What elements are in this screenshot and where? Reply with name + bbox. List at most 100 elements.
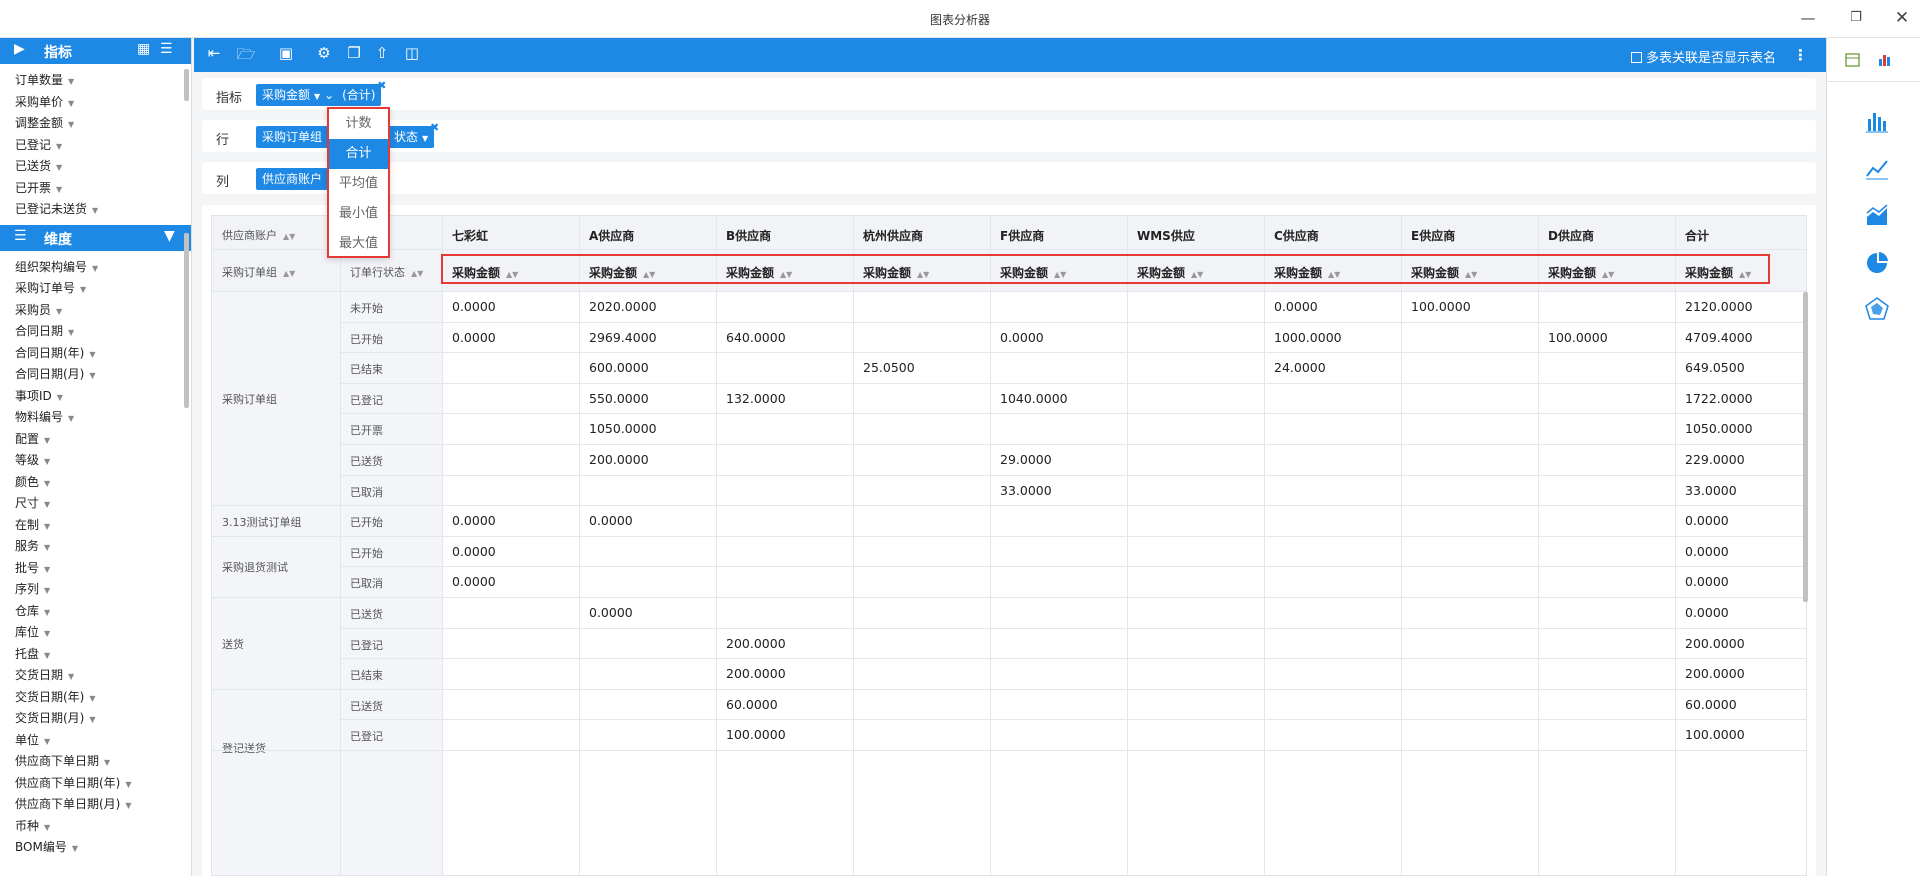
caret-down-icon[interactable]: ▼	[44, 522, 50, 531]
copy-icon[interactable]: ❐	[344, 44, 364, 62]
caret-down-icon[interactable]: ▼	[44, 608, 50, 617]
dimension-item[interactable]: 库位 ▼	[15, 622, 191, 644]
row-pill-2[interactable]: 状态 ▼ ✖	[388, 121, 439, 148]
table-cell[interactable]: 25.0500	[863, 360, 915, 375]
table-cell[interactable]: 60.0000	[1685, 697, 1737, 712]
table-cell[interactable]: 229.0000	[1685, 452, 1745, 467]
agg-option[interactable]: 最大值	[329, 229, 388, 259]
table-cell[interactable]: 1000.0000	[1274, 330, 1342, 345]
caret-down-icon[interactable]: ▼	[68, 328, 74, 337]
caret-down-icon[interactable]: ▼	[56, 163, 62, 172]
bar-chart-icon[interactable]	[1863, 107, 1891, 135]
supplier-header[interactable]: A供应商	[589, 227, 634, 244]
checkbox-icon[interactable]	[1630, 52, 1642, 63]
caret-down-icon[interactable]: ▼	[57, 393, 63, 402]
line-chart-icon[interactable]	[1863, 154, 1891, 182]
table-cell[interactable]: 640.0000	[726, 330, 786, 345]
dimension-item[interactable]: 币种 ▼	[15, 816, 191, 838]
table-cell[interactable]: 0.0000	[1685, 605, 1729, 620]
table-cell[interactable]: 100.0000	[1685, 727, 1745, 742]
caret-down-icon[interactable]: ▼	[56, 142, 62, 151]
table-cell[interactable]: 200.0000	[726, 666, 786, 681]
sort-icon[interactable]: ▲▼	[283, 232, 295, 241]
metric-pill[interactable]: 采购金额 ▼ ⌄ (合计) ✖	[256, 79, 386, 106]
table-cell[interactable]: 29.0000	[1000, 452, 1052, 467]
dimension-item[interactable]: 交货日期(月) ▼	[15, 708, 191, 730]
show-table-name-toggle[interactable]: 多表关联是否显示表名	[1630, 47, 1776, 66]
save-icon[interactable]: ▣	[276, 44, 296, 62]
caret-down-icon[interactable]: ▼	[89, 694, 95, 703]
table-cell[interactable]: 0.0000	[452, 544, 496, 559]
dimension-item[interactable]: 尺寸 ▼	[15, 493, 191, 515]
table-cell[interactable]: 200.0000	[1685, 666, 1745, 681]
table-cell[interactable]: 649.0500	[1685, 360, 1745, 375]
supplier-header[interactable]: 合计	[1685, 227, 1709, 244]
chart-tab-icon[interactable]	[1877, 52, 1893, 68]
indent-icon[interactable]: ⇤	[204, 44, 224, 62]
agg-option[interactable]: 计数	[329, 109, 388, 139]
caret-down-icon[interactable]: ▼	[68, 99, 74, 108]
supplier-header[interactable]: 七彩虹	[452, 227, 488, 244]
table-cell[interactable]: 4709.4000	[1685, 330, 1753, 345]
table-cell[interactable]: 550.0000	[589, 391, 649, 406]
metric-item[interactable]: 采购单价 ▼	[15, 92, 191, 114]
list-view-icon[interactable]: ☰	[160, 41, 173, 57]
caret-down-icon[interactable]: ▼	[44, 436, 50, 445]
metric-item[interactable]: 调整金额 ▼	[15, 113, 191, 135]
dimensions-scrollbar[interactable]	[184, 233, 189, 408]
caret-down-icon[interactable]: ▼	[44, 629, 50, 638]
area-chart-icon[interactable]	[1863, 201, 1891, 229]
caret-down-icon[interactable]: ▼	[44, 737, 50, 746]
table-cell[interactable]: 2020.0000	[589, 299, 657, 314]
supplier-header[interactable]: 杭州供应商	[863, 227, 923, 244]
dimension-item[interactable]: 交货日期(年) ▼	[15, 687, 191, 709]
folder-open-icon[interactable]: 🗁	[236, 44, 256, 69]
table-cell[interactable]: 100.0000	[726, 727, 786, 742]
table-cell[interactable]: 1050.0000	[589, 421, 657, 436]
dimension-item[interactable]: 物料编号 ▼	[15, 407, 191, 429]
minimize-icon[interactable]: —	[1796, 6, 1820, 30]
row-pill-1[interactable]: 采购订单组	[256, 126, 329, 148]
caret-down-icon[interactable]: ▼	[89, 715, 95, 724]
pie-chart-icon[interactable]	[1863, 248, 1891, 276]
caret-down-icon[interactable]: ▼	[68, 77, 74, 86]
close-icon[interactable]: ✕	[1890, 6, 1914, 30]
table-cell[interactable]: 2969.4000	[589, 330, 657, 345]
dimension-item[interactable]: 采购员 ▼	[15, 300, 191, 322]
metric-item[interactable]: 订单数量 ▼	[15, 70, 191, 92]
supplier-header[interactable]: B供应商	[726, 227, 771, 244]
caret-down-icon[interactable]: ▼	[80, 285, 86, 294]
caret-down-icon[interactable]: ▼	[68, 414, 74, 423]
table-cell[interactable]: 1040.0000	[1000, 391, 1068, 406]
table-cell[interactable]: 0.0000	[1685, 544, 1729, 559]
supplier-header[interactable]: WMS供应	[1137, 227, 1195, 244]
table-cell[interactable]: 1050.0000	[1685, 421, 1753, 436]
chevron-down-icon[interactable]: ⌄	[324, 88, 334, 102]
dimension-item[interactable]: 服务 ▼	[15, 536, 191, 558]
table-cell[interactable]: 0.0000	[452, 513, 496, 528]
table-cell[interactable]: 200.0000	[1685, 636, 1745, 651]
filter-icon[interactable]: ▼	[164, 228, 175, 244]
gear-icon[interactable]: ⚙	[314, 44, 334, 62]
dimension-item[interactable]: 供应商下单日期(月) ▼	[15, 794, 191, 816]
table-cell[interactable]: 60.0000	[726, 697, 778, 712]
caret-down-icon[interactable]: ▼	[44, 823, 50, 832]
dimension-item[interactable]: 在制 ▼	[15, 515, 191, 537]
caret-down-icon[interactable]: ▼	[56, 185, 62, 194]
grid-view-icon[interactable]: ▦	[137, 41, 150, 57]
table-cell[interactable]: 132.0000	[726, 391, 786, 406]
table-cell[interactable]: 100.0000	[1411, 299, 1471, 314]
table-cell[interactable]: 200.0000	[589, 452, 649, 467]
supplier-header[interactable]: C供应商	[1274, 227, 1319, 244]
table-scrollbar[interactable]	[1803, 292, 1808, 602]
caret-down-icon[interactable]: ▼	[56, 307, 62, 316]
table-cell[interactable]: 0.0000	[1685, 574, 1729, 589]
dimension-item[interactable]: 托盘 ▼	[15, 644, 191, 666]
metric-item[interactable]: 已送货 ▼	[15, 156, 191, 178]
caret-down-icon[interactable]: ▼	[44, 586, 50, 595]
table-cell[interactable]: 24.0000	[1274, 360, 1326, 375]
caret-down-icon[interactable]: ▼	[44, 479, 50, 488]
caret-down-icon[interactable]: ▼	[92, 206, 98, 215]
rows-drop-zone[interactable]: 行 采购订单组 状态 ▼ ✖	[202, 120, 1816, 152]
caret-down-icon[interactable]: ▼	[44, 565, 50, 574]
